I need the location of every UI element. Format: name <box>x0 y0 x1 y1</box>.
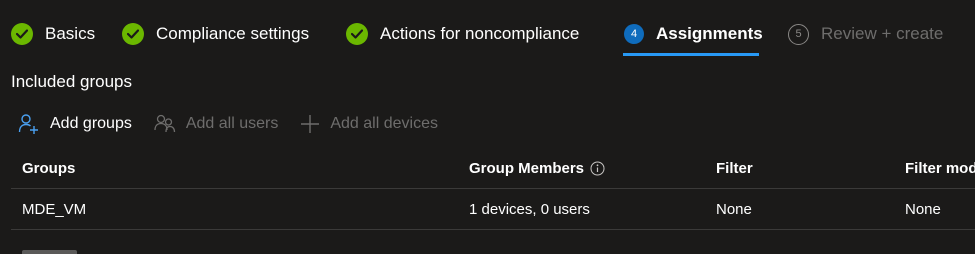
add-groups-label: Add groups <box>50 115 132 132</box>
step-label: Compliance settings <box>156 24 310 43</box>
column-header-filter-mode[interactable]: Filter mod <box>905 148 975 188</box>
step-compliance-settings[interactable]: Compliance settings <box>122 20 309 48</box>
step-label: Actions for noncompliance <box>380 24 580 43</box>
cell-filter: None <box>716 200 752 218</box>
wizard-steps: Basics Compliance settings Actions for n… <box>0 0 975 58</box>
step-number-badge: 5 <box>788 23 809 45</box>
active-step-underline <box>623 53 759 56</box>
add-all-devices-label: Add all devices <box>330 115 438 132</box>
column-header-label: Group Members <box>469 159 585 177</box>
step-number-badge: 4 <box>624 24 644 44</box>
step-assignments[interactable]: 4 Assignments <box>624 20 763 48</box>
cell-group-name: MDE_VM <box>22 200 87 218</box>
checkmark-icon <box>346 23 368 45</box>
plus-icon <box>301 115 320 133</box>
column-header-filter[interactable]: Filter <box>716 148 753 188</box>
table-row[interactable]: MDE_VM 1 devices, 0 users None None <box>11 189 975 230</box>
table-header-row: Groups Group Members Filter Filter mod <box>11 148 975 189</box>
cell-filter-mode: None <box>905 200 941 218</box>
step-label: Assignments <box>656 24 763 43</box>
step-basics[interactable]: Basics <box>11 20 95 48</box>
toolbar: Add groups Add all users Add all devices <box>18 110 460 138</box>
people-icon <box>154 114 175 133</box>
info-icon[interactable] <box>590 161 605 176</box>
checkmark-icon <box>11 23 33 45</box>
step-review-create: 5 Review + create <box>788 20 943 48</box>
add-all-devices-button[interactable]: Add all devices <box>300 114 438 134</box>
section-title: Included groups <box>11 72 132 91</box>
add-all-users-button[interactable]: Add all users <box>154 113 279 135</box>
assignment-wizard: Basics Compliance settings Actions for n… <box>0 0 975 254</box>
add-groups-button[interactable]: Add groups <box>18 113 132 135</box>
checkmark-icon <box>122 23 144 45</box>
column-header-groups[interactable]: Groups <box>22 148 75 188</box>
groups-table: Groups Group Members Filter Filter mod M… <box>11 148 975 230</box>
step-label: Review + create <box>821 24 944 43</box>
step-actions-for-noncompliance[interactable]: Actions for noncompliance <box>346 20 579 48</box>
cell-group-members: 1 devices, 0 users <box>469 200 590 218</box>
column-header-group-members[interactable]: Group Members <box>469 148 605 188</box>
step-label: Basics <box>45 24 96 43</box>
add-all-users-label: Add all users <box>185 115 279 132</box>
next-section-peek <box>22 244 82 254</box>
add-person-icon <box>18 114 38 134</box>
